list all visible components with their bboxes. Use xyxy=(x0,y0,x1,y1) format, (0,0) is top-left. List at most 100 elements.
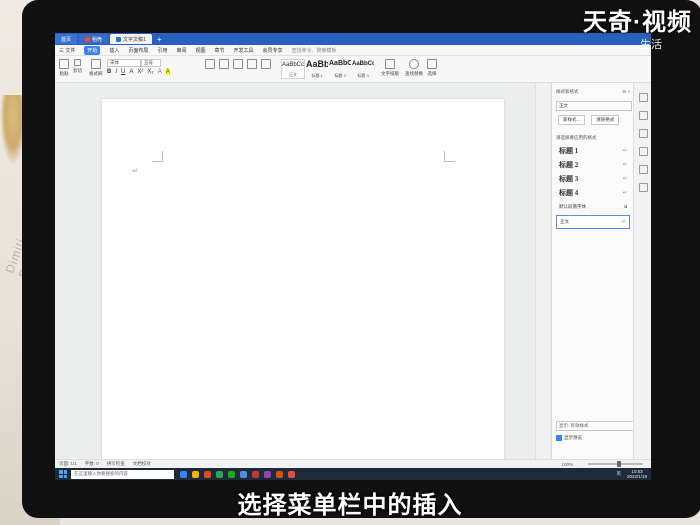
adjust-icon[interactable] xyxy=(639,129,648,138)
wechat-icon[interactable] xyxy=(228,470,235,478)
location-icon[interactable] xyxy=(639,183,648,192)
cut-button[interactable]: 剪切 xyxy=(73,59,82,74)
bold-button[interactable]: B xyxy=(107,69,111,75)
numbered-list-icon xyxy=(219,59,229,69)
spacing-button[interactable] xyxy=(261,59,271,71)
style-list-item[interactable]: 默认段落字体 a xyxy=(556,201,630,213)
font-color-button[interactable]: A xyxy=(158,69,162,75)
tab-docer[interactable]: 稻壳 xyxy=(79,34,109,44)
menu-insert[interactable]: 插入 xyxy=(109,47,119,54)
magnifier-icon xyxy=(409,59,419,69)
select-button[interactable]: 选择 xyxy=(427,59,437,77)
new-tab-button[interactable]: + xyxy=(157,35,162,44)
taskbar-search-input[interactable]: 在这里输入你要搜索的内容 xyxy=(71,469,174,479)
command-search[interactable]: 查找命令、搜索模板 xyxy=(292,47,337,54)
zoom-slider-knob[interactable] xyxy=(617,461,621,467)
strikethrough-button[interactable]: A xyxy=(129,69,133,75)
app-icon[interactable] xyxy=(204,470,211,478)
qq-icon[interactable] xyxy=(240,470,247,478)
style-list-item[interactable]: 标题 3 ↵ xyxy=(556,173,630,185)
style-normal[interactable]: AaBbCcDd正文 xyxy=(281,59,305,79)
new-style-button[interactable]: 新样式... xyxy=(558,115,586,125)
format-buttons: B I U A X² X₂ A A xyxy=(107,69,174,75)
zoom-slider[interactable] xyxy=(588,463,643,465)
menu-member[interactable]: 会员专享 xyxy=(263,47,283,54)
underline-button[interactable]: U xyxy=(121,69,125,75)
status-bar: 页面: 1/1 字数: 0 拼写检查 文档校对 100% xyxy=(55,459,651,468)
chrome-icon[interactable] xyxy=(216,470,223,478)
check-icon: ↵ xyxy=(622,190,627,196)
style-list: 标题 1 ↵ 标题 2 ↵ 标题 3 ↵ 标题 4 ↵ 默认段落字体 a 正文 ↵ xyxy=(556,145,630,231)
format-painter-button[interactable]: 格式刷 xyxy=(89,59,103,77)
menu-developer[interactable]: 开发工具 xyxy=(234,47,254,54)
paste-button[interactable]: 粘贴 xyxy=(59,59,69,77)
windows-start-icon[interactable] xyxy=(59,470,67,478)
cursor-icon[interactable] xyxy=(639,111,648,120)
folder-icon[interactable] xyxy=(192,470,199,478)
check-icon: ↵ xyxy=(622,162,627,168)
shape-icon[interactable] xyxy=(639,147,648,156)
paste-icon xyxy=(59,59,69,69)
italic-button[interactable]: I xyxy=(115,69,117,75)
taskbar: 在这里输入你要搜索的内容 英 10:53 2022/1/19 xyxy=(55,468,651,480)
text-layout-button[interactable]: 文字排版 xyxy=(381,59,399,77)
find-replace-button[interactable]: 查找替换 xyxy=(405,59,423,77)
bullets-button[interactable] xyxy=(205,59,215,71)
clock[interactable]: 10:53 2022/1/19 xyxy=(627,469,647,479)
style-list-item-selected[interactable]: 正文 ↵ xyxy=(556,215,630,229)
right-side-toolbar xyxy=(633,83,651,459)
box-icon[interactable] xyxy=(639,165,648,174)
ime-indicator[interactable]: 英 xyxy=(616,471,621,477)
spellcheck-toggle[interactable]: 拼写检查 xyxy=(107,461,125,467)
document-area: ↵ xyxy=(55,83,551,459)
line-spacing-icon xyxy=(261,59,271,69)
wps-icon[interactable] xyxy=(252,470,259,478)
style-list-item[interactable]: 标题 1 ↵ xyxy=(556,145,630,157)
style-list-item[interactable]: 标题 4 ↵ xyxy=(556,187,630,199)
document-page[interactable]: ↵ xyxy=(102,99,504,459)
subscript-button[interactable]: X₂ xyxy=(147,69,153,75)
margin-corner-top-right xyxy=(444,151,455,162)
numbering-button[interactable] xyxy=(219,59,229,71)
superscript-button[interactable]: X² xyxy=(137,69,143,75)
overlay-watermark: 生活 xyxy=(640,39,662,51)
style-heading-2[interactable]: AaBbC 标题 2 xyxy=(329,59,351,79)
menu-file[interactable]: 三 文件 xyxy=(59,47,75,54)
menu-review[interactable]: 审阅 xyxy=(176,47,186,54)
tab-home[interactable]: 首页 xyxy=(55,34,78,44)
align-button[interactable] xyxy=(233,59,243,71)
vertical-scrollbar[interactable] xyxy=(535,83,550,459)
indent-button[interactable] xyxy=(247,59,257,71)
tab-document[interactable]: 文字文稿1 xyxy=(110,34,152,44)
indent-icon xyxy=(247,59,257,69)
style-gallery: AaBbCcDd正文 AaBb标题 1 AaBbC标题 2 AaBbCc标题 3 xyxy=(281,59,374,79)
align-icon xyxy=(233,59,243,69)
zoom-level[interactable]: 100% xyxy=(561,462,573,467)
style-heading-3[interactable]: AaBbCc 标题 3 xyxy=(352,59,374,79)
edge-icon[interactable] xyxy=(180,470,187,478)
show-preview-checkbox[interactable]: 显示预览 xyxy=(556,435,582,441)
font-size-select[interactable]: 五号 xyxy=(141,59,161,67)
style-heading-1[interactable]: AaBb 标题 1 xyxy=(306,59,328,79)
menu-chapter[interactable]: 章节 xyxy=(214,47,224,54)
show-styles-select[interactable]: 显示: 有效样式 xyxy=(556,421,634,431)
style-list-item[interactable]: 标题 2 ↵ xyxy=(556,159,630,171)
menu-view[interactable]: 视图 xyxy=(195,47,205,54)
app3-icon[interactable] xyxy=(276,470,283,478)
menu-page-layout[interactable]: 页面布局 xyxy=(128,47,148,54)
clear-format-button[interactable]: 清除格式 xyxy=(591,115,620,125)
docer-icon xyxy=(85,36,91,42)
pen-icon[interactable] xyxy=(639,93,648,102)
wps-writer-icon[interactable] xyxy=(288,470,295,478)
menu-home[interactable]: 开始 xyxy=(84,45,101,55)
check-icon: ↵ xyxy=(621,219,626,225)
font-name-select[interactable]: 宋体 xyxy=(107,59,141,67)
highlight-button[interactable]: A xyxy=(165,69,170,75)
app2-icon[interactable] xyxy=(264,470,271,478)
menu-references[interactable]: 引用 xyxy=(157,47,167,54)
pane-close-icon[interactable]: ⊟ × xyxy=(622,89,630,95)
current-style-field[interactable]: 正文 xyxy=(556,101,632,111)
brush-icon xyxy=(90,59,101,69)
checkbox-icon xyxy=(556,435,562,441)
proofread-toggle[interactable]: 文档校对 xyxy=(133,461,151,467)
